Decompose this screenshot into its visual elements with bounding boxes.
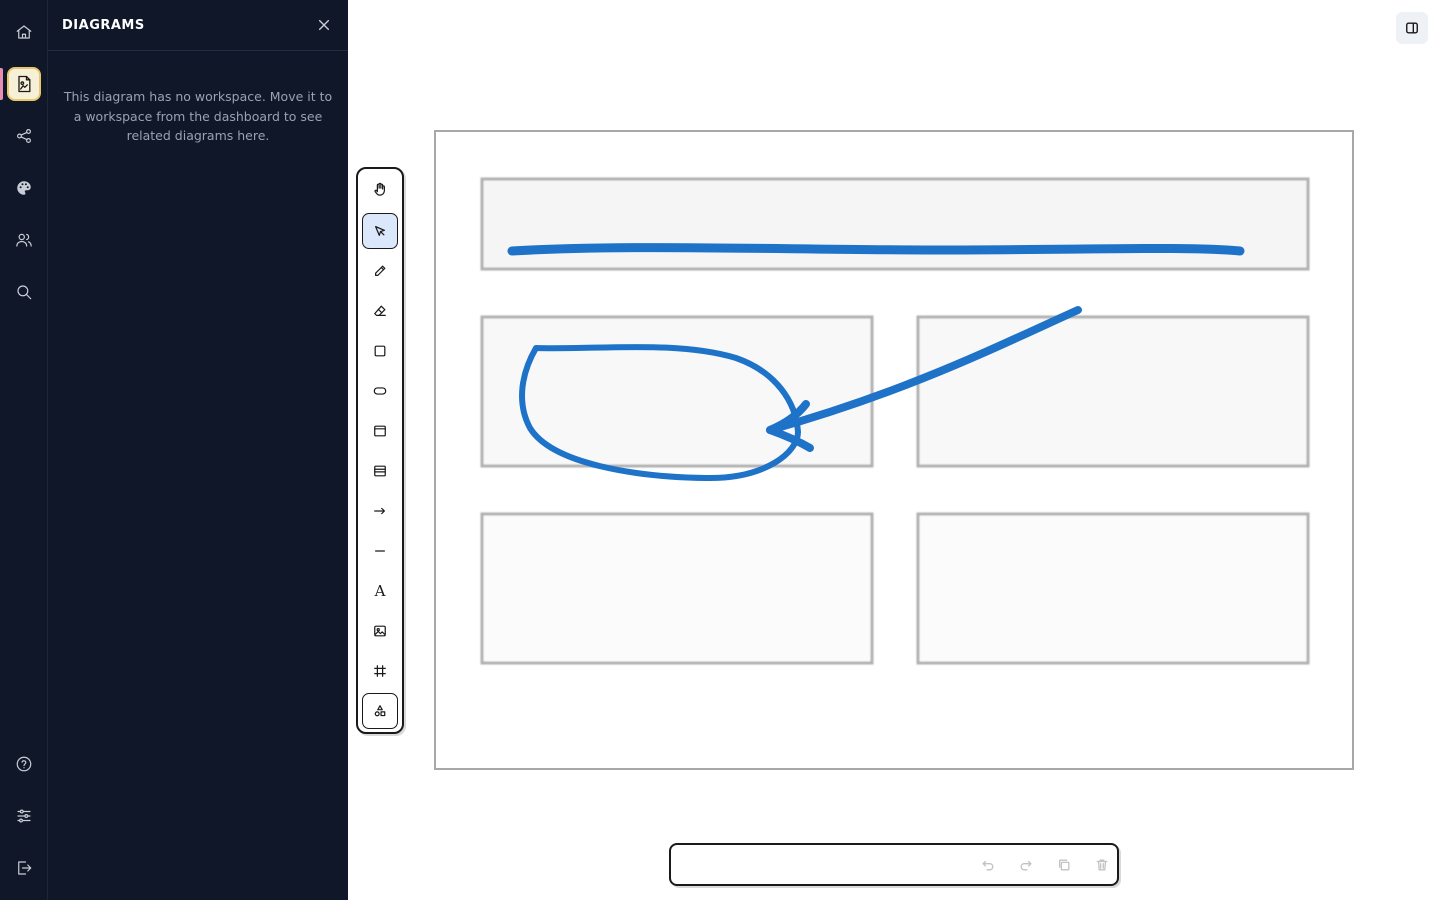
freehand-underline-stroke[interactable] xyxy=(507,243,1245,256)
home-button[interactable] xyxy=(4,12,44,52)
header-block[interactable] xyxy=(480,177,1310,271)
pencil-tool[interactable] xyxy=(362,253,398,289)
logout-icon xyxy=(18,861,32,875)
ellipse-icon xyxy=(373,387,387,395)
frame-icon xyxy=(374,665,386,677)
frame-tool[interactable] xyxy=(362,653,398,689)
sidebar-toggle-icon xyxy=(1406,22,1418,34)
line-icon xyxy=(375,550,385,552)
arrow-icon xyxy=(374,507,385,515)
action-bar xyxy=(669,843,1119,886)
rectangle-icon xyxy=(374,345,386,357)
list-icon xyxy=(374,465,386,477)
diagrams-button-highlight xyxy=(7,67,41,101)
text-tool[interactable]: A xyxy=(362,573,398,609)
toggle-right-panel-button[interactable] xyxy=(1396,12,1428,44)
panel-title: DIAGRAMS xyxy=(62,17,145,33)
users-button[interactable] xyxy=(4,220,44,260)
share-button[interactable] xyxy=(4,116,44,156)
eraser-icon xyxy=(374,305,386,316)
diagrams-panel: DIAGRAMS This diagram has no workspace. … xyxy=(48,0,348,900)
canvas-drawing xyxy=(480,177,1310,665)
hand-icon xyxy=(374,182,385,196)
select-tool[interactable] xyxy=(362,213,398,249)
rectangle-tool[interactable] xyxy=(362,333,398,369)
help-button[interactable] xyxy=(4,744,44,784)
eraser-tool[interactable] xyxy=(362,293,398,329)
active-indicator xyxy=(0,68,3,100)
browser-window-icon xyxy=(374,425,386,437)
palette-icon xyxy=(17,181,31,195)
content-block-bottom-right[interactable] xyxy=(916,512,1310,665)
image-icon xyxy=(374,625,386,637)
delete-button[interactable] xyxy=(1091,854,1113,876)
close-panel-button[interactable] xyxy=(314,15,334,35)
arrow-tool[interactable] xyxy=(362,493,398,529)
search-button[interactable] xyxy=(4,272,44,312)
diagrams-button[interactable] xyxy=(4,64,44,104)
tool-palette: A xyxy=(356,167,404,734)
home-icon xyxy=(16,25,32,39)
redo-button[interactable] xyxy=(1015,854,1037,876)
undo-button[interactable] xyxy=(977,854,999,876)
text-icon: A xyxy=(374,581,386,600)
browser-window-tool[interactable] xyxy=(362,413,398,449)
shapes-tool[interactable] xyxy=(362,693,398,729)
diagram-canvas[interactable] xyxy=(434,130,1354,770)
undo-icon xyxy=(982,860,994,871)
users-icon xyxy=(16,233,32,247)
content-block-bottom-left[interactable] xyxy=(480,512,874,665)
duplicate-button[interactable] xyxy=(1053,854,1075,876)
image-tool[interactable] xyxy=(362,613,398,649)
preferences-button[interactable] xyxy=(4,796,44,836)
select-icon xyxy=(375,226,385,236)
list-tool[interactable] xyxy=(362,453,398,489)
icon-rail xyxy=(0,0,48,900)
logout-button[interactable] xyxy=(4,848,44,888)
line-tool[interactable] xyxy=(362,533,398,569)
shapes-icon xyxy=(374,705,386,717)
close-icon xyxy=(318,19,330,31)
content-block-top-right[interactable] xyxy=(916,315,1310,468)
help-icon xyxy=(16,756,32,772)
share-icon xyxy=(17,129,31,143)
duplicate-icon xyxy=(1058,859,1070,871)
diagram-icon xyxy=(18,75,31,93)
panel-header: DIAGRAMS xyxy=(48,0,348,51)
ellipse-tool[interactable] xyxy=(362,373,398,409)
hand-tool[interactable] xyxy=(362,171,398,207)
delete-icon xyxy=(1096,859,1108,871)
theme-button[interactable] xyxy=(4,168,44,208)
settings-sliders-icon xyxy=(17,809,31,823)
redo-icon xyxy=(1020,860,1032,871)
pencil-icon xyxy=(375,265,386,276)
no-workspace-message: This diagram has no workspace. Move it t… xyxy=(63,89,333,143)
search-icon xyxy=(17,285,32,300)
